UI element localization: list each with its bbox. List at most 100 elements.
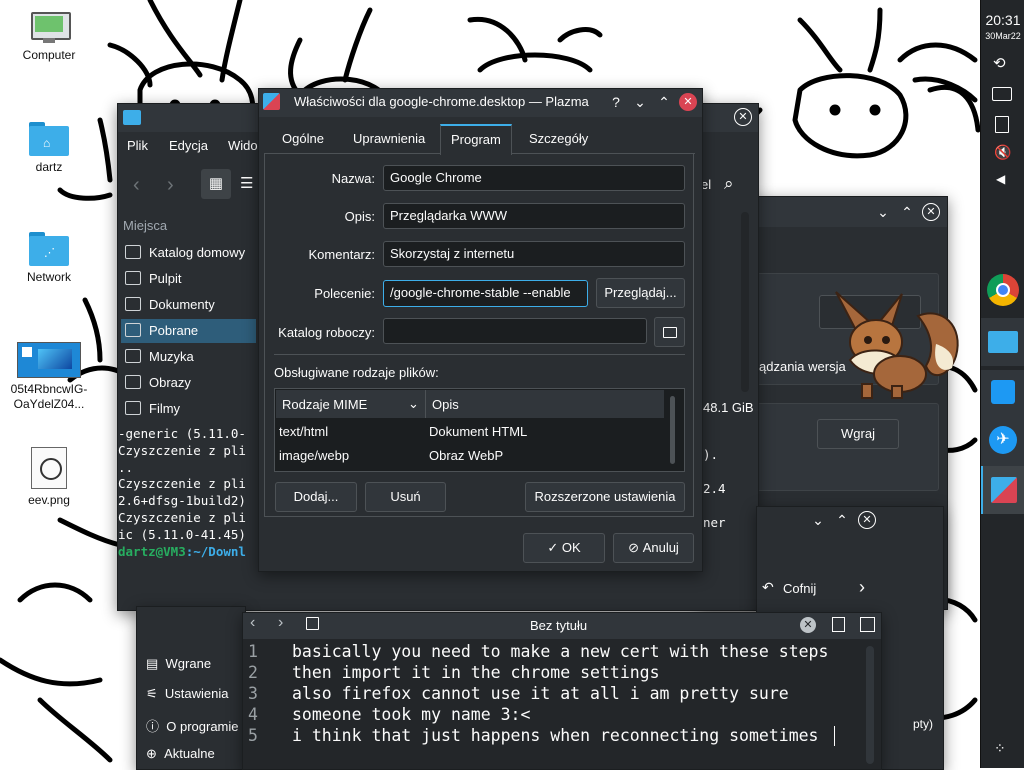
desktop-icon-dartz[interactable]: ⌂ dartz	[1, 122, 97, 175]
image-file-icon	[31, 447, 67, 489]
eevee-image	[835, 291, 959, 399]
command-input[interactable]: /google-chrome-stable --enable	[383, 280, 588, 307]
forward-icon[interactable]: ›	[278, 614, 283, 632]
tab-permissions[interactable]: Uprawnienia	[343, 124, 435, 154]
back-icon[interactable]: ‹	[133, 174, 140, 197]
chrome-icon[interactable]	[987, 274, 1019, 306]
save-icon[interactable]	[306, 617, 319, 630]
editor-textarea[interactable]: basically you need to make a new cert wi…	[292, 641, 828, 746]
clipboard-icon[interactable]	[995, 116, 1009, 133]
forward-icon[interactable]: ›	[167, 174, 174, 197]
split-view-icon[interactable]	[860, 617, 875, 632]
terminal-fragment: ner	[703, 515, 726, 530]
table-row[interactable]: text/html Dokument HTML	[279, 424, 659, 444]
icons-view-button[interactable]: ▦	[201, 169, 231, 199]
close-button[interactable]: ✕	[679, 93, 697, 111]
pictures-icon	[125, 375, 141, 389]
sidebar-item-downloads[interactable]: Pobrane	[121, 319, 256, 343]
nav-about[interactable]: ⓘ O programie	[146, 716, 239, 735]
sidebar-item-desktop[interactable]: Pulpit	[121, 267, 256, 291]
browse-button[interactable]: Przeglądaj...	[596, 278, 685, 308]
details-view-icon[interactable]: ☰	[240, 174, 258, 192]
workdir-browse-button[interactable]	[654, 317, 685, 347]
minimize-icon[interactable]: ⌄	[874, 203, 892, 221]
menu-view[interactable]: Widok	[228, 138, 258, 153]
desktop-icon-label: Network	[26, 270, 71, 284]
discover-task-icon[interactable]	[981, 370, 1024, 418]
dolphin-task-icon[interactable]	[981, 318, 1024, 366]
desktop-icon-network[interactable]: ⋰ Network	[1, 232, 97, 285]
add-button[interactable]: Dodaj...	[275, 482, 357, 512]
settings-icon: ⚟	[146, 686, 158, 701]
tab-program[interactable]: Program	[440, 124, 512, 155]
sidebar-item-documents[interactable]: Dokumenty	[121, 293, 256, 317]
minimize-icon[interactable]: ⌄	[809, 511, 827, 529]
minimize-icon[interactable]: ⌄	[631, 93, 649, 111]
cancel-icon: ⊘	[628, 540, 640, 555]
desc-column-header[interactable]: Opis	[432, 397, 459, 412]
tab-details[interactable]: Szczegóły	[519, 124, 598, 154]
back-icon[interactable]: ‹	[250, 614, 255, 632]
sidebar-item-videos[interactable]: Filmy	[121, 397, 256, 421]
discover-back-arrow-icon[interactable]: ↶	[762, 579, 774, 596]
forward-icon[interactable]: ›	[859, 577, 865, 598]
clear-icon[interactable]: ✕	[800, 617, 816, 633]
nav-updates[interactable]: ⊕ Aktualne	[146, 746, 215, 762]
back-button[interactable]: Cofnij	[783, 581, 816, 596]
editor-scrollbar[interactable]	[866, 646, 874, 764]
tab-general[interactable]: Ogólne	[272, 124, 334, 154]
comment-input[interactable]: Skorzystaj z internetu	[383, 241, 685, 267]
nav-installed[interactable]: ▤ Wgrane	[146, 656, 211, 672]
description-input[interactable]: Przeglądarka WWW	[383, 203, 685, 229]
advanced-settings-button[interactable]: Rozszerzone ustawienia	[525, 482, 685, 512]
desktop-icon	[125, 271, 141, 285]
sidebar-item-music[interactable]: Muzyka	[121, 345, 256, 369]
expand-tray-icon[interactable]: ◀	[996, 172, 1005, 186]
kde-connect-task-icon[interactable]: ✈	[981, 418, 1024, 466]
network-icon[interactable]: ⟲	[993, 54, 1006, 72]
text-cursor	[834, 726, 835, 746]
ok-button[interactable]: ✓ OK	[523, 533, 605, 563]
close-button[interactable]: ✕	[922, 203, 940, 221]
maximize-icon[interactable]: ⌃	[833, 511, 851, 529]
new-file-icon[interactable]	[832, 617, 845, 632]
close-button[interactable]: ✕	[858, 511, 876, 529]
help-icon[interactable]: ?	[607, 93, 625, 111]
menu-file[interactable]: Plik	[127, 138, 148, 153]
sidebar-item-pictures[interactable]: Obrazy	[121, 371, 256, 395]
workdir-input[interactable]	[383, 318, 647, 344]
search-icon[interactable]: ⌕	[724, 174, 734, 194]
clock-time[interactable]: 20:31	[981, 12, 1024, 28]
nav-settings[interactable]: ⚟ Ustawienia	[146, 686, 228, 702]
folder-icon	[123, 110, 141, 125]
plasma-icon	[263, 93, 280, 110]
maximize-icon[interactable]: ⌃	[655, 93, 673, 111]
sidebar-item-home[interactable]: Katalog domowy	[121, 241, 256, 265]
dolphin-scrollbar[interactable]	[741, 212, 749, 392]
desktop-icon-label: eev.png	[28, 493, 70, 507]
remove-button[interactable]: Usuń	[365, 482, 446, 512]
desktop-icon-screenshot[interactable]: 05t4RbncwIG- OaYdelZ04...	[1, 342, 97, 412]
mime-scrollbar[interactable]	[670, 396, 675, 464]
installed-icon: ▤	[146, 656, 159, 671]
workdir-label: Katalog roboczy:	[278, 325, 375, 340]
close-button[interactable]: ✕	[734, 108, 752, 126]
install-button[interactable]: Wgraj	[817, 419, 899, 449]
table-row[interactable]: image/webp Obraz WebP	[279, 448, 659, 468]
info-icon: ⓘ	[146, 719, 160, 734]
desktop-icon-computer[interactable]: Computer	[1, 12, 97, 63]
computer-icon	[29, 12, 71, 44]
panel-config-icon[interactable]: ⁘	[994, 740, 1006, 757]
cancel-button[interactable]: ⊘ Anuluj	[613, 533, 694, 563]
name-input[interactable]: Google Chrome	[383, 165, 685, 191]
volume-muted-icon[interactable]: 🔇	[994, 144, 1011, 161]
image-file-icon	[17, 342, 81, 378]
terminal-fragment: ).	[703, 447, 719, 462]
keyboard-icon[interactable]	[992, 87, 1012, 101]
mime-column-header[interactable]: Rodzaje MIME ⌄	[282, 396, 419, 412]
menu-edit[interactable]: Edycja	[169, 138, 208, 153]
plasma-properties-task-icon[interactable]	[981, 466, 1024, 514]
desktop-icon-eev[interactable]: eev.png	[1, 447, 97, 508]
maximize-icon[interactable]: ⌃	[898, 203, 916, 221]
places-header: Miejsca	[123, 218, 168, 233]
